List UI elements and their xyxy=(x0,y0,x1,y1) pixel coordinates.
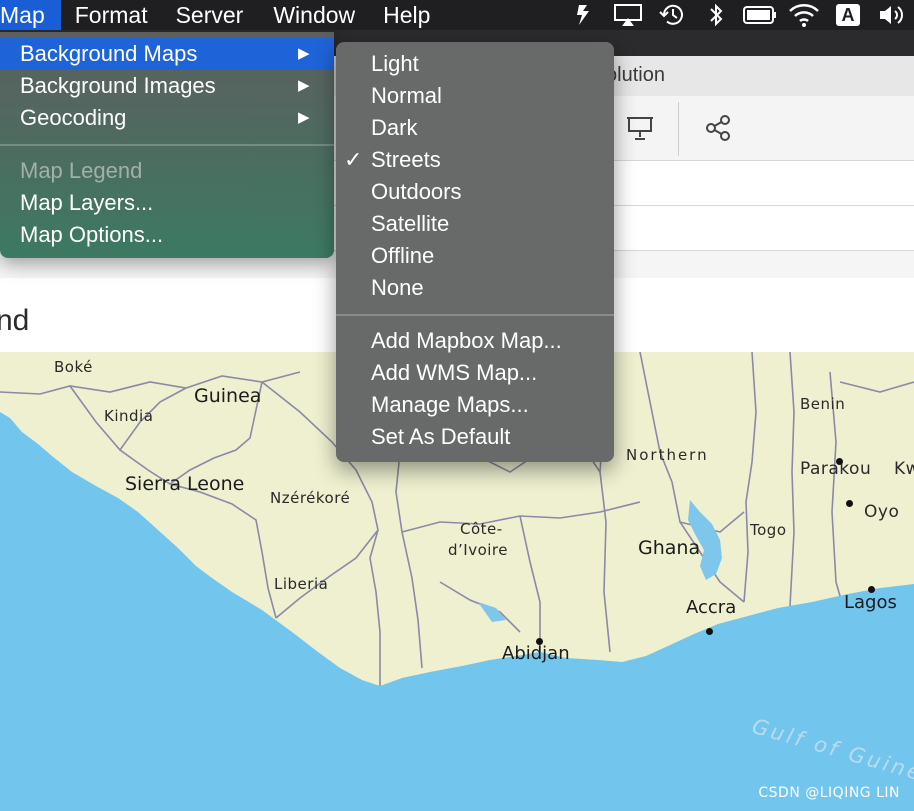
submenu-item-label: Light xyxy=(371,51,419,76)
time-machine-icon xyxy=(659,4,683,25)
share-button[interactable] xyxy=(698,108,738,148)
submenu-item-label: Satellite xyxy=(371,211,450,236)
map-city-dot-oyo xyxy=(846,500,853,507)
app-status-item[interactable] xyxy=(562,0,606,30)
menu-bar: Map Format Server Window Help A xyxy=(0,0,914,30)
map-label-guinea: Guinea xyxy=(194,385,262,407)
menu-separator xyxy=(0,144,334,146)
submenu-item-label: Offline xyxy=(371,243,435,268)
map-label-nzerekore: Nzérékoré xyxy=(270,489,351,507)
map-label-benin: Benin xyxy=(800,395,846,413)
menu-item-background-maps[interactable]: Background Maps ▶ xyxy=(0,38,334,70)
window-title: olution xyxy=(606,64,665,86)
map-label-northern: Northern xyxy=(626,446,709,464)
battery-icon xyxy=(743,6,776,24)
menu-item-label: Map Legend xyxy=(20,158,143,183)
airplay-status-item[interactable] xyxy=(606,0,650,30)
volume-status-item[interactable] xyxy=(870,0,914,30)
menu-item-label: Background Images xyxy=(20,73,216,98)
submenu-item-label: Manage Maps... xyxy=(371,392,529,417)
submenu-arrow-icon: ▶ xyxy=(298,109,310,126)
submenu-arrow-icon: ▶ xyxy=(298,45,310,62)
submenu-item-label: None xyxy=(371,275,424,300)
submenu-item-normal[interactable]: Normal xyxy=(336,80,614,112)
map-label-divoire: d’Ivoire xyxy=(448,541,509,559)
submenu-item-add-mapbox-map[interactable]: Add Mapbox Map... xyxy=(336,325,614,357)
menu-help[interactable]: Help xyxy=(367,0,442,30)
sheet-title: nd xyxy=(0,304,30,337)
menu-item-background-images[interactable]: Background Images ▶ xyxy=(0,70,334,102)
wifi-status-item[interactable] xyxy=(782,0,826,30)
submenu-item-set-as-default[interactable]: Set As Default xyxy=(336,421,614,453)
submenu-arrow-icon: ▶ xyxy=(298,77,310,94)
submenu-item-satellite[interactable]: Satellite xyxy=(336,208,614,240)
wifi-icon xyxy=(789,4,819,27)
menu-item-label: Geocoding xyxy=(20,105,127,130)
map-label-lagos: Lagos xyxy=(844,592,897,613)
volume-icon xyxy=(880,6,903,24)
submenu-item-light[interactable]: Light xyxy=(336,48,614,80)
menu-item-map-options[interactable]: Map Options... xyxy=(0,219,334,251)
submenu-separator xyxy=(336,314,614,316)
submenu-item-none[interactable]: None xyxy=(336,272,614,304)
submenu-item-offline[interactable]: Offline xyxy=(336,240,614,272)
submenu-item-label: Set As Default xyxy=(371,424,511,449)
map-label-oyo: Oyo xyxy=(864,502,900,522)
map-label-boke: Boké xyxy=(54,358,93,376)
map-label-liberia: Liberia xyxy=(274,575,329,593)
status-area: A xyxy=(562,0,914,30)
submenu-item-dark[interactable]: Dark xyxy=(336,112,614,144)
map-label-accra: Accra xyxy=(686,597,737,618)
map-label-kw: Kw xyxy=(894,459,914,479)
submenu-item-outdoors[interactable]: Outdoors xyxy=(336,176,614,208)
menu-item-label: Background Maps xyxy=(20,41,198,66)
input-source-status-item[interactable]: A xyxy=(826,0,870,30)
background-maps-submenu: Light Normal Dark ✓ Streets Outdoors Sat… xyxy=(336,42,614,462)
menu-item-label: Map Layers... xyxy=(20,190,154,215)
map-menu: Background Maps ▶ Background Images ▶ Ge… xyxy=(0,32,334,258)
menu-window[interactable]: Window xyxy=(255,0,367,30)
menu-format[interactable]: Format xyxy=(61,0,160,30)
submenu-item-label: Outdoors xyxy=(371,179,462,204)
map-label-cote: Côte- xyxy=(460,520,503,538)
checkmark-icon: ✓ xyxy=(344,147,363,172)
app-icon xyxy=(577,5,589,25)
map-label-kindia: Kindia xyxy=(104,407,154,425)
bluetooth-status-item[interactable] xyxy=(694,0,738,30)
battery-status-item[interactable] xyxy=(738,0,782,30)
input-source-icon: A xyxy=(836,4,860,26)
map-label-ghana: Ghana xyxy=(638,537,701,559)
submenu-item-label: Normal xyxy=(371,83,442,108)
submenu-item-label: Streets xyxy=(371,147,441,172)
menu-item-geocoding[interactable]: Geocoding ▶ xyxy=(0,102,334,134)
map-label-abidjan: Abidjan xyxy=(502,643,570,664)
submenu-item-add-wms-map[interactable]: Add WMS Map... xyxy=(336,357,614,389)
airplay-icon xyxy=(614,4,642,26)
submenu-item-label: Dark xyxy=(371,115,418,140)
submenu-item-manage-maps[interactable]: Manage Maps... xyxy=(336,389,614,421)
menu-map[interactable]: Map xyxy=(0,0,61,30)
menu-item-map-legend: Map Legend xyxy=(0,155,334,187)
map-label-sierra-leone: Sierra Leone xyxy=(125,473,245,495)
presentation-icon xyxy=(627,117,653,140)
menu-item-map-layers[interactable]: Map Layers... xyxy=(0,187,334,219)
menu-item-label: Map Options... xyxy=(20,222,164,247)
toolbar-separator xyxy=(678,102,679,156)
submenu-item-label: Add Mapbox Map... xyxy=(371,328,562,353)
bluetooth-icon xyxy=(710,3,723,27)
map-city-dot-parakou xyxy=(836,458,843,465)
time-machine-status-item[interactable] xyxy=(650,0,694,30)
share-icon xyxy=(706,115,730,141)
submenu-item-streets[interactable]: ✓ Streets xyxy=(336,144,614,176)
menu-server[interactable]: Server xyxy=(160,0,256,30)
watermark: CSDN @LIQING LIN xyxy=(758,785,900,801)
map-city-dot-accra xyxy=(706,628,713,635)
map-label-togo: Togo xyxy=(750,521,787,539)
presentation-button[interactable] xyxy=(620,108,660,148)
submenu-item-label: Add WMS Map... xyxy=(371,360,538,385)
